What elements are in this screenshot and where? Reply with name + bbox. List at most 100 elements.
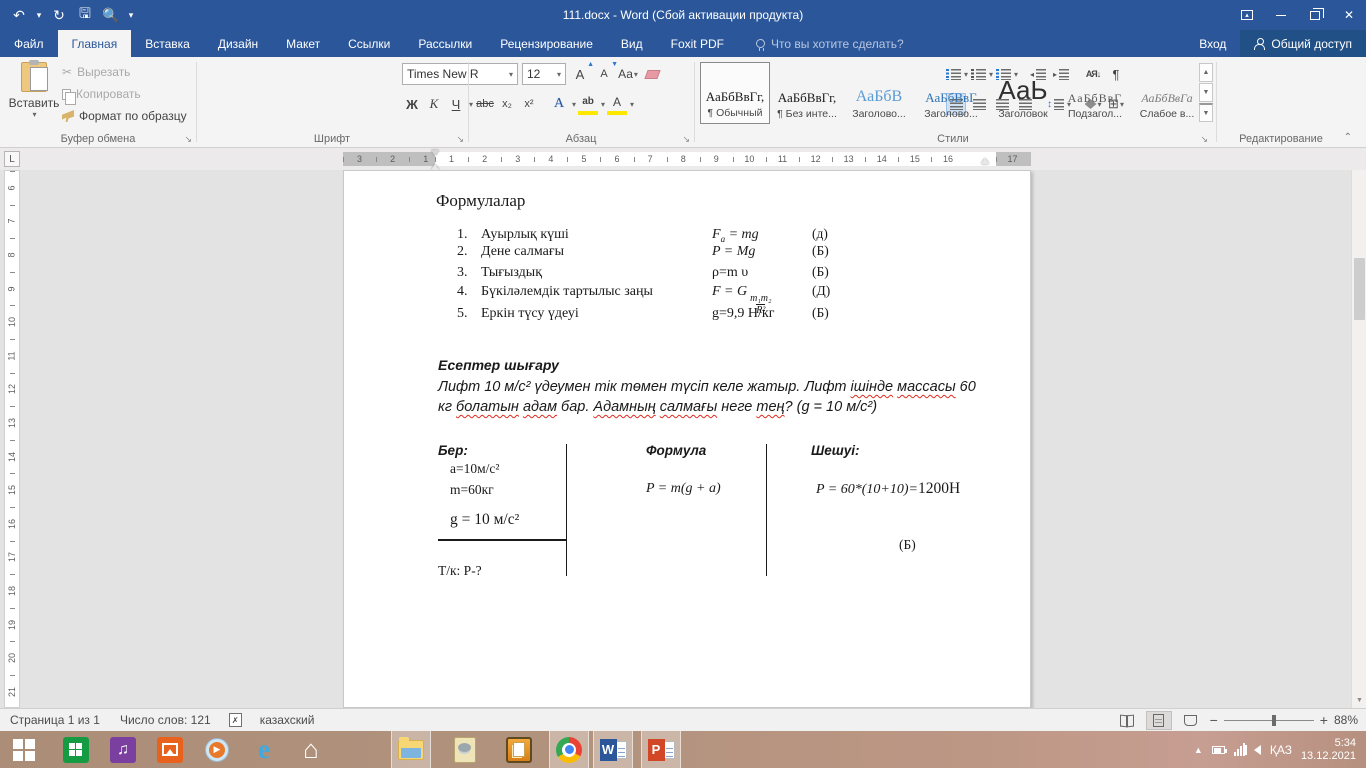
tab-view[interactable]: Вид	[607, 30, 657, 57]
show-hidden-icons-chevron[interactable]: ▲	[1194, 745, 1203, 755]
taskbar-media-player[interactable]: ▶	[197, 731, 237, 768]
taskbar-document-app[interactable]	[499, 731, 539, 768]
orange-document-icon	[506, 736, 532, 763]
ribbon-display-options-icon[interactable]: ▴	[1230, 0, 1264, 30]
battery-icon[interactable]	[1211, 745, 1227, 754]
tab-home[interactable]: Главная	[57, 30, 132, 57]
tab-review[interactable]: Рецензирование	[486, 30, 607, 57]
taskbar-home-app[interactable]: ⌂	[291, 731, 331, 768]
italic-button[interactable]: К	[424, 93, 444, 115]
paste-button[interactable]: Вставить ▾	[9, 60, 59, 134]
style-name: Слабое в...	[1139, 108, 1195, 120]
tell-me-label: Что вы хотите сделать?	[770, 36, 904, 51]
taskbar-file-explorer[interactable]	[391, 731, 431, 768]
zoom-level[interactable]: 88%	[1334, 713, 1358, 727]
start-button[interactable]	[0, 731, 48, 768]
zoom-slider-thumb[interactable]	[1271, 714, 1276, 726]
close-icon[interactable]: ✕	[1332, 0, 1366, 30]
word-count[interactable]: Число слов: 121	[110, 713, 221, 727]
tab-mailings[interactable]: Рассылки	[404, 30, 486, 57]
problem-line-2: кг болатын адам бар. Адамның салмағы нег…	[438, 399, 878, 415]
taskbar-powerpoint[interactable]: P	[641, 731, 681, 768]
tab-foxit-pdf[interactable]: Foxit PDF	[657, 30, 738, 57]
volume-icon[interactable]	[1242, 744, 1261, 755]
styles-more-icon[interactable]: ▼	[1199, 103, 1213, 122]
paragraph-group-label: Абзац	[565, 133, 597, 145]
redo-icon[interactable]: ↻	[48, 4, 70, 26]
style-title[interactable]: АаЬ Заголовок	[988, 62, 1058, 124]
page-indicator[interactable]: Страница 1 из 1	[0, 713, 110, 727]
style-normal[interactable]: АаБбВвГг, ¶ Обычный	[700, 62, 770, 124]
app-icon	[454, 736, 476, 763]
cut-button[interactable]: ✂ Вырезать	[62, 61, 187, 83]
proofing-errors-icon[interactable]: ✗	[228, 713, 242, 727]
web-layout-button[interactable]	[1178, 711, 1204, 730]
minimize-icon[interactable]	[1264, 0, 1298, 30]
underline-button[interactable]: Ч	[446, 93, 466, 115]
clock[interactable]: 5:34 13.12.2021	[1301, 737, 1356, 763]
formula-label: Формула	[646, 443, 707, 458]
problem-line-1: Лифт 10 м/с² үдеумен тік төмен түсіп кел…	[438, 379, 976, 395]
undo-dropdown-icon[interactable]: ▾	[34, 4, 44, 26]
horizontal-ruler[interactable]: L 321 1 2 3 4 5 6 7 8 9 10 11 12 13 14 15 16 17	[0, 148, 1366, 170]
word-icon: W	[599, 738, 627, 761]
sign-in-button[interactable]: Вход	[1185, 30, 1240, 57]
paste-dropdown-icon: ▾	[32, 110, 37, 119]
right-indent-marker[interactable]	[981, 158, 989, 164]
read-mode-button[interactable]	[1114, 711, 1140, 730]
document-page[interactable]: Формулалар 1. Ауырлық күші Fа = mg (д) 2…	[343, 170, 1031, 708]
zoom-out-button[interactable]: −	[1210, 712, 1218, 728]
styles-dialog-launcher-icon[interactable]: ↘	[1200, 134, 1208, 145]
save-icon[interactable]: 🖫	[74, 4, 96, 26]
bold-button[interactable]: Ж	[402, 93, 422, 115]
style-subtitle[interactable]: АаБбВвГ Подзагол...	[1060, 62, 1130, 124]
format-painter-button[interactable]: Формат по образцу	[62, 105, 187, 127]
vertical-scrollbar[interactable]: ▲ ▼	[1351, 170, 1366, 708]
taskbar-app[interactable]	[445, 731, 485, 768]
paragraph-dialog-launcher-icon[interactable]: ↘	[682, 134, 690, 145]
style-name: Заголовок	[998, 108, 1048, 120]
collapse-ribbon-icon[interactable]: ⌃	[1344, 132, 1352, 143]
customize-qat-icon[interactable]: ▾	[126, 4, 136, 26]
language-switcher[interactable]: ҚАЗ	[1270, 743, 1292, 757]
style-preview: АаБбВвГг,	[777, 90, 837, 105]
first-line-indent-marker[interactable]	[431, 150, 439, 156]
print-layout-button[interactable]	[1145, 710, 1172, 730]
tell-me-box[interactable]: Что вы хотите сделать?	[755, 30, 904, 57]
language-indicator[interactable]: казахский	[250, 713, 325, 727]
scroll-down-icon[interactable]: ▼	[1352, 692, 1366, 708]
taskbar-chrome[interactable]	[549, 731, 589, 768]
given-value-3: g = 10 м/с²	[450, 511, 520, 528]
clipboard-dialog-launcher-icon[interactable]: ↘	[184, 134, 192, 145]
font-dialog-launcher-icon[interactable]: ↘	[456, 134, 464, 145]
tab-file[interactable]: Файл	[0, 30, 58, 57]
style-no-spacing[interactable]: АаБбВвГг, ¶ Без инте...	[772, 62, 842, 124]
share-button[interactable]: Общий доступ	[1240, 30, 1366, 57]
zoom-in-button[interactable]: +	[1320, 712, 1328, 728]
scrollbar-thumb[interactable]	[1354, 258, 1365, 320]
undo-icon[interactable]: ↶	[8, 4, 30, 26]
tab-references[interactable]: Ссылки	[334, 30, 404, 57]
copy-icon	[62, 88, 76, 105]
tab-design[interactable]: Дизайн	[204, 30, 272, 57]
solution-column-line	[766, 444, 767, 576]
taskbar-store[interactable]	[56, 731, 96, 768]
tab-layout[interactable]: Макет	[272, 30, 334, 57]
print-preview-icon[interactable]: 🔍	[100, 4, 122, 26]
taskbar-photos[interactable]	[150, 731, 190, 768]
styles-scroll-down-icon[interactable]: ▼	[1199, 83, 1213, 102]
vertical-ruler[interactable]: 6 7 8 9 10 11 12 13 14 15 16 17 18 19 20 21	[4, 170, 20, 708]
style-subtle-emphasis[interactable]: АаБбВвГа Слабое в...	[1132, 62, 1202, 124]
style-heading1[interactable]: АаБбВ Заголово...	[844, 62, 914, 124]
taskbar-internet-explorer[interactable]: e	[244, 731, 284, 768]
style-heading2[interactable]: АаБбВвГ Заголово...	[916, 62, 986, 124]
zoom-slider[interactable]	[1223, 714, 1314, 726]
copy-button[interactable]: Копировать	[62, 83, 187, 105]
taskbar-word[interactable]: W	[593, 731, 633, 768]
taskbar-music[interactable]: ♫	[103, 731, 143, 768]
editing-group-label: Редактирование	[1239, 133, 1323, 145]
restore-icon[interactable]	[1298, 0, 1332, 30]
styles-scroll-up-icon[interactable]: ▲	[1199, 63, 1213, 82]
tab-insert[interactable]: Вставка	[131, 30, 204, 57]
tab-selector[interactable]: L	[4, 151, 20, 167]
